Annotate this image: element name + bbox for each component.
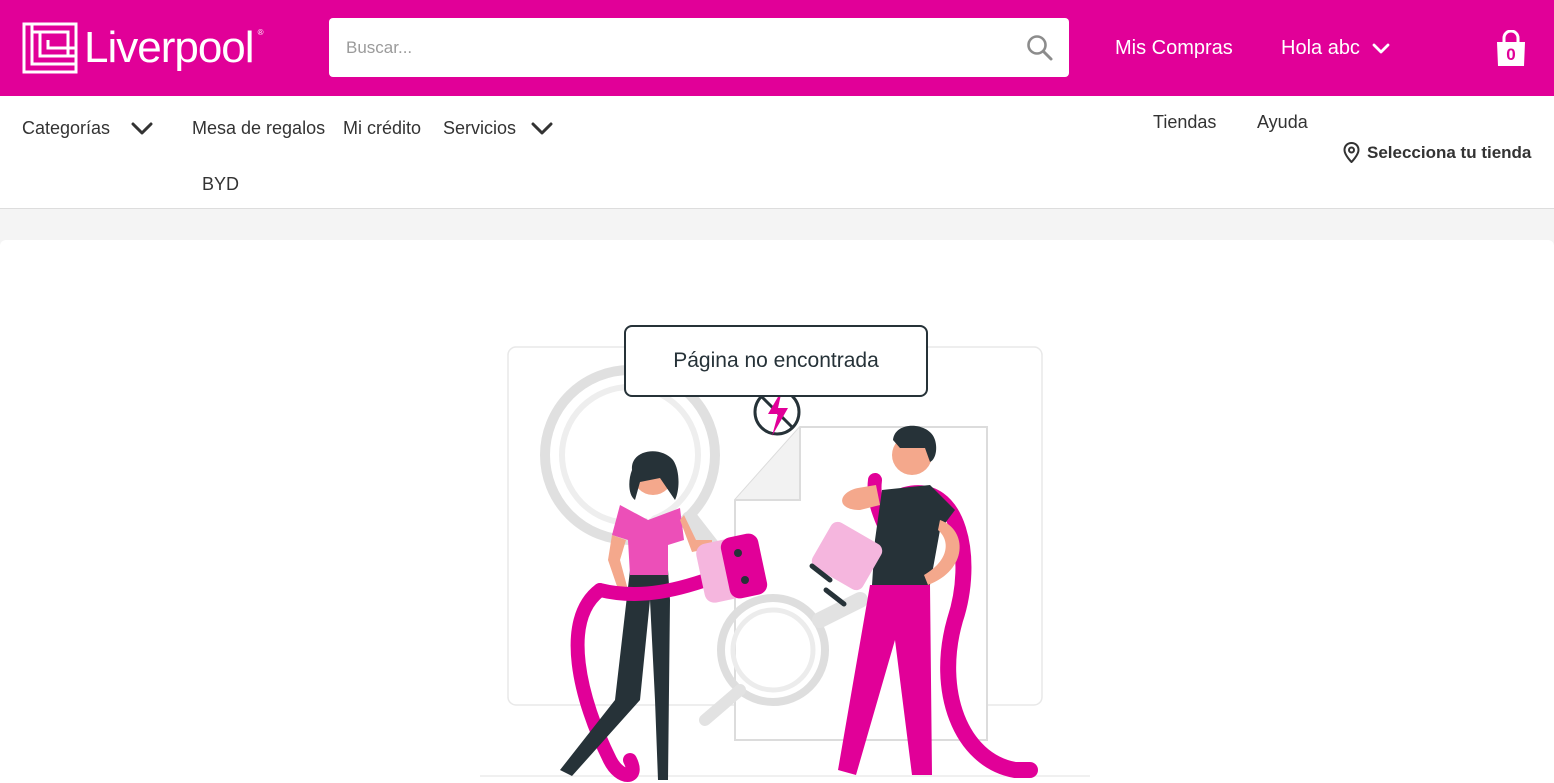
servicios-label: Servicios: [443, 118, 517, 138]
liverpool-logo[interactable]: Liverpool ®: [22, 18, 264, 78]
mi-credito-link[interactable]: Mi crédito: [343, 118, 421, 139]
mis-compras-link[interactable]: Mis Compras: [1115, 37, 1233, 60]
error-message: Página no encontrada: [673, 349, 879, 372]
shopping-bag-icon: 0: [1497, 29, 1525, 66]
account-greeting: Hola abc: [1281, 37, 1360, 59]
search-icon: [1027, 35, 1053, 61]
cart-count: 0: [1506, 45, 1515, 64]
cart-button[interactable]: 0: [1494, 29, 1528, 68]
ayuda-link[interactable]: Ayuda: [1257, 112, 1308, 133]
select-store-label: Selecciona tu tienda: [1367, 142, 1532, 162]
liverpool-logo-icon: [22, 22, 78, 74]
mesa-de-regalos-link[interactable]: Mesa de regalos: [192, 118, 325, 139]
tiendas-link[interactable]: Tiendas: [1153, 112, 1216, 133]
chevron-down-icon: [1372, 43, 1390, 53]
logo-registered-mark: ®: [257, 28, 264, 37]
chevron-down-icon: [131, 122, 153, 134]
main-content: [0, 240, 1554, 783]
servicios-menu[interactable]: Servicios: [443, 118, 554, 139]
account-menu[interactable]: Hola abc: [1281, 37, 1390, 60]
secondary-nav: Categorías Mesa de regalos Mi crédito Se…: [0, 96, 1554, 209]
categorias-menu[interactable]: Categorías: [22, 118, 154, 139]
top-header: Liverpool ® Mis Compras Hola abc 0: [0, 0, 1554, 96]
select-store-button[interactable]: Selecciona tu tienda: [1343, 142, 1531, 163]
chevron-down-icon: [531, 122, 553, 134]
categorias-label: Categorías: [22, 118, 111, 138]
location-pin-icon: [1343, 142, 1360, 163]
byd-link[interactable]: BYD: [202, 174, 239, 195]
search-input[interactable]: [329, 18, 1026, 77]
logo-text: Liverpool: [84, 23, 255, 72]
search-box: [329, 18, 1069, 77]
error-message-bubble: Página no encontrada: [624, 325, 928, 397]
search-button[interactable]: [1025, 33, 1055, 63]
